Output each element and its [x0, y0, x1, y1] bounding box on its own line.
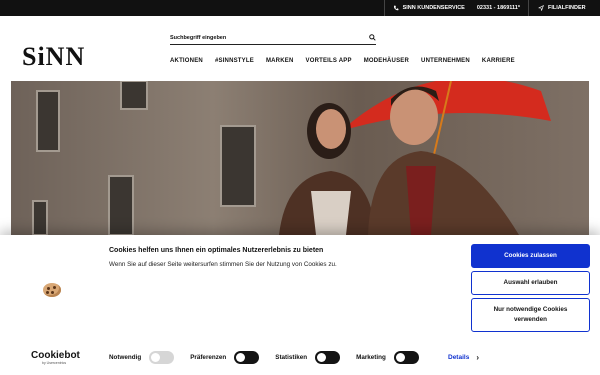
toggle-necessary: Notwendig: [109, 351, 175, 364]
store-finder-link[interactable]: FILIALFINDER: [528, 0, 600, 16]
allow-all-cookies-button[interactable]: Cookies zulassen: [471, 244, 590, 268]
toggle-marketing-label: Marketing: [356, 354, 386, 361]
details-link[interactable]: Details ›: [448, 353, 479, 362]
toggle-preferences-switch[interactable]: [234, 351, 260, 364]
search-placeholder: Suchbegriff eingeben: [170, 34, 227, 41]
search-input[interactable]: Suchbegriff eingeben: [170, 31, 376, 45]
hero-photo-illustration: [11, 81, 589, 235]
nav-item-karriere[interactable]: KARRIERE: [482, 58, 515, 64]
toggle-marketing[interactable]: Marketing: [356, 351, 419, 364]
store-finder-label: FILIALFINDER: [548, 5, 586, 11]
allow-selection-button[interactable]: Auswahl erlauben: [471, 271, 590, 295]
phone-icon: [393, 5, 399, 11]
toggle-statistics[interactable]: Statistiken: [275, 351, 341, 364]
toggle-statistics-label: Statistiken: [275, 354, 308, 361]
top-bar: SINN KUNDENSERVICE 02331 - 1869111* FILI…: [0, 0, 600, 16]
details-label: Details: [448, 354, 470, 361]
chevron-right-icon: ›: [476, 353, 479, 362]
nav-item-modehaeuser[interactable]: MODEHÄUSER: [364, 58, 409, 64]
customer-service-link[interactable]: SINN KUNDENSERVICE 02331 - 1869111*: [383, 0, 528, 16]
toggle-marketing-switch[interactable]: [393, 351, 419, 364]
nav-item-unternehmen[interactable]: UNTERNEHMEN: [421, 58, 470, 64]
navigation-arrow-icon: [538, 5, 544, 11]
customer-service-label: SINN KUNDENSERVICE: [402, 5, 465, 11]
main-navigation: AKTIONEN #SINNSTYLE MARKEN VORTEILS APP …: [170, 58, 515, 64]
nav-item-marken[interactable]: MARKEN: [266, 58, 294, 64]
cookie-category-toggles: Notwendig Präferenzen Statistiken Market…: [109, 351, 435, 364]
nav-item-vorteils-app[interactable]: VORTEILS APP: [306, 58, 352, 64]
toggle-preferences-label: Präferenzen: [190, 354, 227, 361]
toggle-preferences[interactable]: Präferenzen: [190, 351, 260, 364]
toggle-necessary-switch: [149, 351, 175, 364]
customer-service-phone: 02331 - 1869111*: [476, 5, 520, 11]
nav-item-aktionen[interactable]: AKTIONEN: [170, 58, 203, 64]
cookiebot-logo: Cookiebot: [31, 350, 80, 361]
search-icon[interactable]: [369, 34, 376, 41]
toggle-necessary-label: Notwendig: [109, 354, 142, 361]
hero-image: [11, 81, 589, 235]
sinn-logo[interactable]: SiNN: [22, 42, 85, 72]
toggle-statistics-switch[interactable]: [315, 351, 341, 364]
cookiebot-logo-subtitle: by Usercentrics: [42, 361, 67, 365]
necessary-cookies-only-button[interactable]: Nur notwendige Cookies verwenden: [471, 298, 590, 332]
cookie-banner-title: Cookies helfen uns Ihnen ein optimales N…: [109, 247, 324, 254]
nav-item-sinnstyle[interactable]: #SINNSTYLE: [215, 58, 254, 64]
cookie-banner-text: Wenn Sie auf dieser Seite weitersurfen s…: [109, 261, 337, 268]
cookie-icon: [43, 283, 61, 297]
